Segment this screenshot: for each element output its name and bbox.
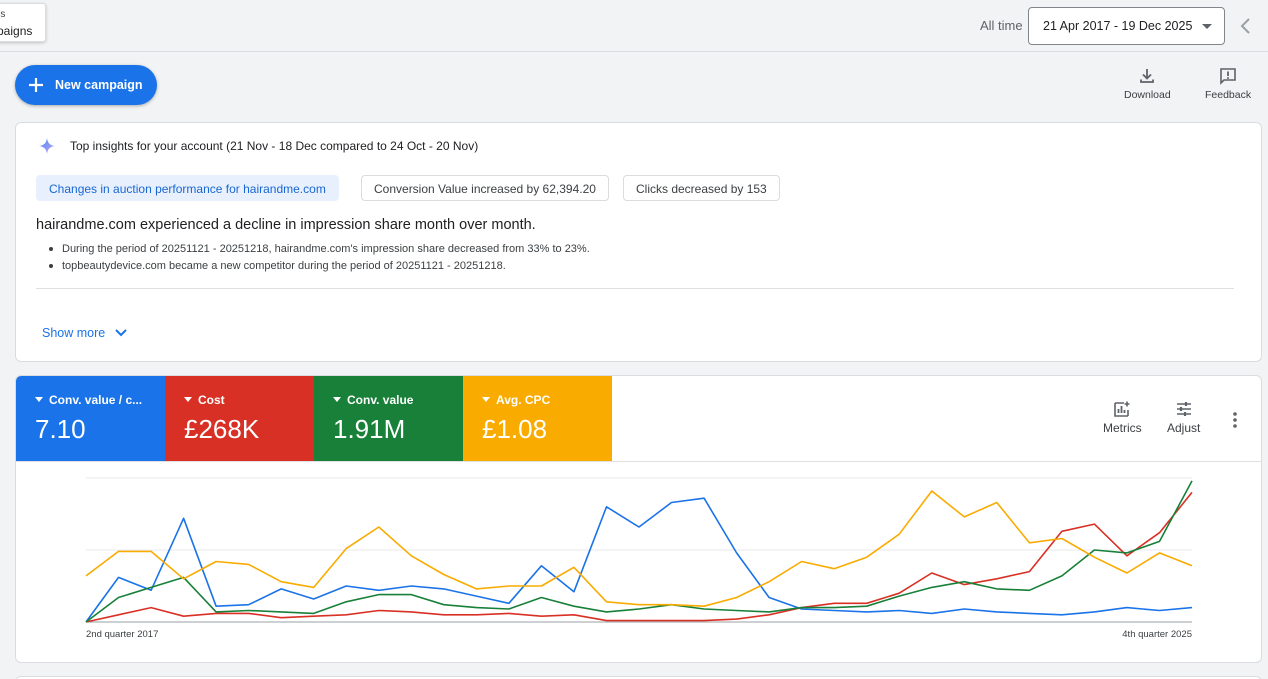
x-axis-end-label: 4th quarter 2025 bbox=[1122, 629, 1192, 640]
x-axis-start-label: 2nd quarter 2017 bbox=[86, 629, 158, 640]
adjust-label: Adjust bbox=[1167, 421, 1201, 435]
breadcrumb-tooltip-line2: paigns bbox=[0, 24, 33, 38]
date-preset-label: All time bbox=[980, 18, 1023, 33]
insight-detail-item: topbeautydevice.com became a new competi… bbox=[36, 259, 590, 273]
add-chart-icon bbox=[1114, 401, 1130, 417]
download-icon bbox=[1140, 69, 1155, 83]
insights-card: Top insights for your account (21 Nov - … bbox=[15, 122, 1262, 362]
show-more-button[interactable]: Show more bbox=[42, 326, 127, 340]
metric-name: Avg. CPC bbox=[482, 393, 550, 407]
metric-tile-avg-cpc[interactable]: Avg. CPC £1.08 bbox=[463, 376, 612, 461]
chart-series-line-0 bbox=[85, 497, 1193, 623]
chart-series-line-3 bbox=[85, 490, 1193, 607]
metric-name: Cost bbox=[184, 393, 225, 407]
new-campaign-label: New campaign bbox=[55, 78, 143, 92]
performance-line-chart: 2nd quarter 2017 4th quarter 2025 bbox=[85, 477, 1193, 640]
performance-card: Conv. value / c... 7.10 Cost £268K Conv.… bbox=[15, 375, 1262, 663]
date-range-value: 21 Apr 2017 - 19 Dec 2025 bbox=[1043, 19, 1193, 33]
insight-chip-auction[interactable]: Changes in auction performance for haira… bbox=[36, 175, 339, 201]
plus-icon bbox=[29, 78, 43, 92]
date-range-selector[interactable]: 21 Apr 2017 - 19 Dec 2025 bbox=[1028, 7, 1225, 45]
insights-title: Top insights for your account (21 Nov - … bbox=[70, 139, 479, 153]
metric-tile-cost[interactable]: Cost £268K bbox=[165, 376, 314, 461]
breadcrumb-tooltip-line1: s) bbox=[0, 9, 6, 20]
chevron-left-icon[interactable] bbox=[1238, 16, 1254, 36]
new-campaign-button[interactable]: New campaign bbox=[15, 65, 157, 105]
metric-value: £1.08 bbox=[482, 414, 548, 444]
download-label: Download bbox=[1124, 89, 1171, 101]
dropdown-caret-icon bbox=[1202, 24, 1212, 29]
metric-value: 7.10 bbox=[35, 414, 86, 444]
chart-series-line-2 bbox=[85, 480, 1193, 623]
insight-chip-clicks[interactable]: Clicks decreased by 153 bbox=[623, 175, 780, 201]
metric-value: 1.91M bbox=[333, 414, 406, 444]
metric-tile-conv-value[interactable]: Conv. value 1.91M bbox=[314, 376, 463, 461]
metrics-button[interactable]: Metrics bbox=[1103, 400, 1142, 435]
tune-icon bbox=[1176, 402, 1191, 416]
insight-chip-conversion-value[interactable]: Conversion Value increased by 62,394.20 bbox=[361, 175, 609, 201]
insight-headline: hairandme.com experienced a decline in i… bbox=[36, 217, 536, 233]
divider bbox=[36, 288, 1234, 289]
feedback-button[interactable]: Feedback bbox=[1205, 67, 1251, 101]
feedback-label: Feedback bbox=[1205, 89, 1252, 101]
metrics-label: Metrics bbox=[1103, 421, 1142, 435]
breadcrumb-tooltip: s) paigns bbox=[0, 3, 46, 42]
feedback-icon bbox=[1220, 68, 1236, 85]
insight-detail-item: During the period of 20251121 - 20251218… bbox=[36, 242, 590, 256]
top-bar: s) paigns All time 21 Apr 2017 - 19 Dec … bbox=[0, 0, 1268, 52]
metric-name: Conv. value / c... bbox=[35, 393, 142, 407]
insight-details-list: During the period of 20251121 - 20251218… bbox=[36, 242, 590, 276]
metric-tile-conv-value-per-cost[interactable]: Conv. value / c... 7.10 bbox=[16, 376, 165, 461]
metric-name: Conv. value bbox=[333, 393, 413, 407]
more-options-icon[interactable] bbox=[1229, 410, 1241, 430]
chevron-down-icon bbox=[115, 329, 127, 337]
download-button[interactable]: Download bbox=[1124, 67, 1171, 101]
metric-value: £268K bbox=[184, 414, 260, 444]
show-more-label: Show more bbox=[42, 326, 106, 340]
sparkle-icon bbox=[39, 138, 55, 154]
adjust-button[interactable]: Adjust bbox=[1167, 400, 1200, 435]
